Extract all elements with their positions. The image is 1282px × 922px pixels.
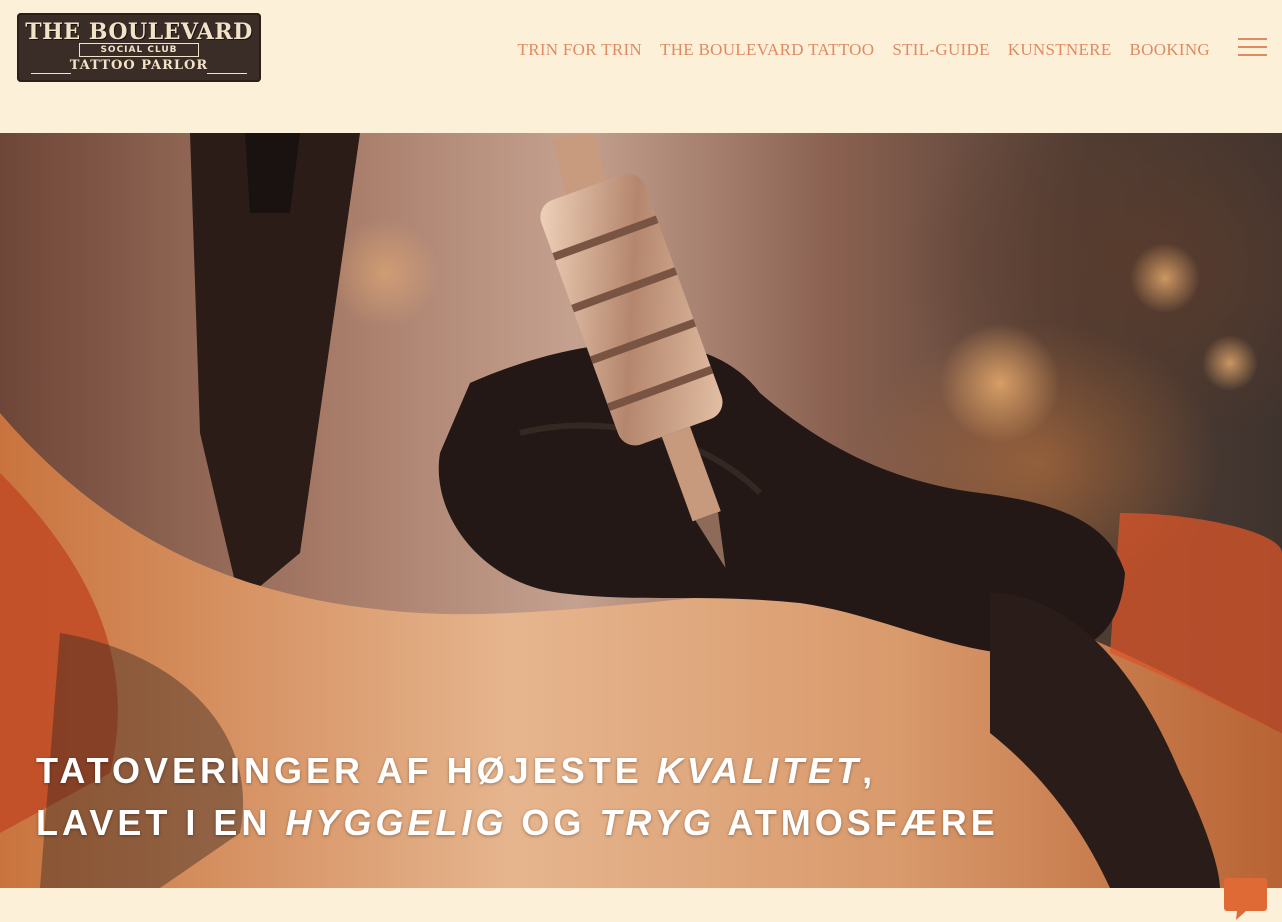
headline-text: , bbox=[862, 750, 877, 791]
page: THE BOULEVARD SOCIAL CLUB TATTOO PARLOR … bbox=[0, 0, 1282, 922]
headline-emphasis-kvalitet: KVALITET bbox=[656, 750, 863, 791]
site-logo[interactable]: THE BOULEVARD SOCIAL CLUB TATTOO PARLOR bbox=[17, 13, 261, 82]
bokeh-light bbox=[1202, 335, 1258, 391]
nav-item-the-boulevard-tattoo[interactable]: THE BOULEVARD TATTOO bbox=[660, 40, 874, 60]
logo-subtitle: SOCIAL CLUB bbox=[79, 43, 199, 57]
headline-text: TATOVERINGER AF HØJESTE bbox=[36, 750, 657, 791]
bokeh-light bbox=[940, 323, 1060, 443]
headline-emphasis-hyggelig: HYGGELIG bbox=[285, 802, 508, 843]
hero-headline-line2: LAVET I EN HYGGELIG OG TRYG ATMOSFÆRE bbox=[36, 797, 1136, 849]
headline-emphasis-tryg: TRYG bbox=[599, 802, 715, 843]
headline-text: OG bbox=[507, 802, 600, 843]
nav-item-booking[interactable]: BOOKING bbox=[1130, 40, 1210, 60]
hero-banner: TATOVERINGER AF HØJESTE KVALITET, LAVET … bbox=[0, 133, 1282, 888]
nav-item-kunstnere[interactable]: KUNSTNERE bbox=[1008, 40, 1112, 60]
logo-title: THE BOULEVARD bbox=[25, 19, 253, 45]
logo-rule-left bbox=[31, 73, 71, 74]
headline-text: LAVET I EN bbox=[36, 802, 286, 843]
nav-item-stil-guide[interactable]: STIL-GUIDE bbox=[892, 40, 989, 60]
headline-text: ATMOSFÆRE bbox=[714, 802, 999, 843]
bokeh-light bbox=[1130, 243, 1200, 313]
bokeh-light bbox=[330, 218, 440, 328]
hero-headline: TATOVERINGER AF HØJESTE KVALITET, LAVET … bbox=[36, 745, 1136, 849]
logo-tagline: TATTOO PARLOR bbox=[69, 58, 209, 73]
chat-bubble-icon bbox=[1224, 878, 1267, 920]
hero-headline-line1: TATOVERINGER AF HØJESTE KVALITET, bbox=[36, 745, 1136, 797]
hamburger-menu-icon[interactable] bbox=[1238, 37, 1267, 57]
logo-rule-right bbox=[207, 73, 247, 74]
chat-button[interactable] bbox=[1224, 878, 1267, 922]
site-header: THE BOULEVARD SOCIAL CLUB TATTOO PARLOR … bbox=[0, 0, 1282, 133]
main-nav: TRIN FOR TRIN THE BOULEVARD TATTOO STIL-… bbox=[518, 38, 1210, 62]
nav-item-trin-for-trin[interactable]: TRIN FOR TRIN bbox=[518, 40, 643, 60]
